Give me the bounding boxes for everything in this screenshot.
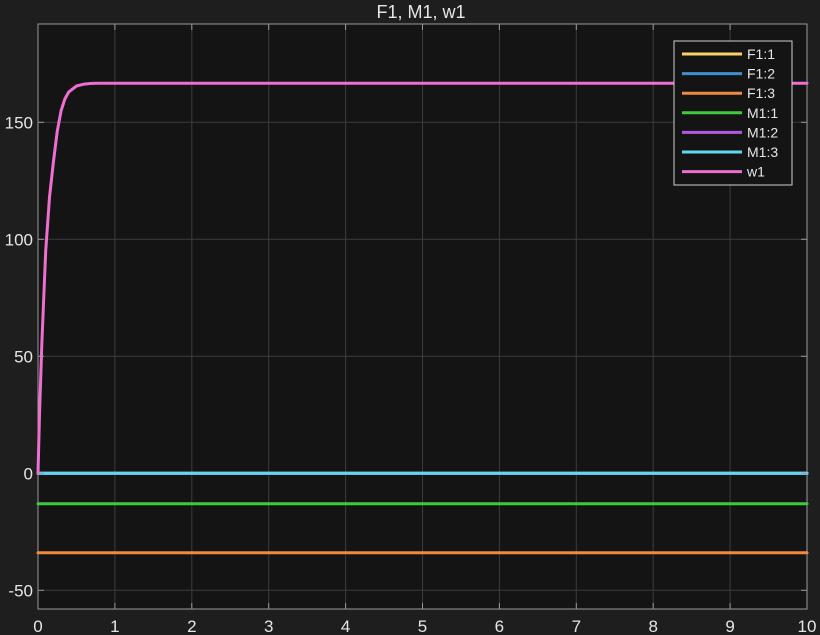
legend-label: M1:2 (747, 124, 778, 140)
chart-title: F1, M1, w1 (376, 2, 465, 22)
x-tick-label: 2 (187, 617, 196, 635)
x-tick-label: 1 (110, 617, 119, 635)
y-tick-label: 100 (5, 230, 33, 249)
x-tick-label: 10 (798, 617, 817, 635)
x-tick-label: 5 (418, 617, 427, 635)
x-tick-label: 4 (341, 617, 350, 635)
y-tick-label: -50 (8, 581, 33, 600)
x-tick-label: 8 (648, 617, 657, 635)
x-tick-label: 9 (725, 617, 734, 635)
scope-window: F1, M1, w1 0 1 2 3 4 5 6 7 8 9 10 -50 0 50 100 150 F1:1… (0, 0, 820, 635)
x-tick-label: 7 (572, 617, 581, 635)
legend-label: w1 (746, 164, 765, 180)
chart-canvas: F1, M1, w1 0 1 2 3 4 5 6 7 8 9 10-50050100150 F1:1… (5, 2, 817, 635)
legend-label: F1:2 (747, 66, 775, 82)
x-tick-label: 6 (495, 617, 504, 635)
y-tick-label: 0 (24, 464, 33, 483)
y-tick-label: 150 (5, 113, 33, 132)
x-tick-label: 3 (264, 617, 273, 635)
legend[interactable]: F1:1 F1:2 F1:3 M1:1 M1:2 M1:3 w1 (673, 40, 793, 186)
legend-label: F1:1 (747, 46, 775, 62)
legend-label: F1:3 (747, 85, 775, 101)
x-tick-label: 0 (33, 617, 42, 635)
y-tick-label: 50 (14, 347, 33, 366)
legend-label: M1:1 (747, 105, 778, 121)
legend-label: M1:3 (747, 144, 778, 160)
